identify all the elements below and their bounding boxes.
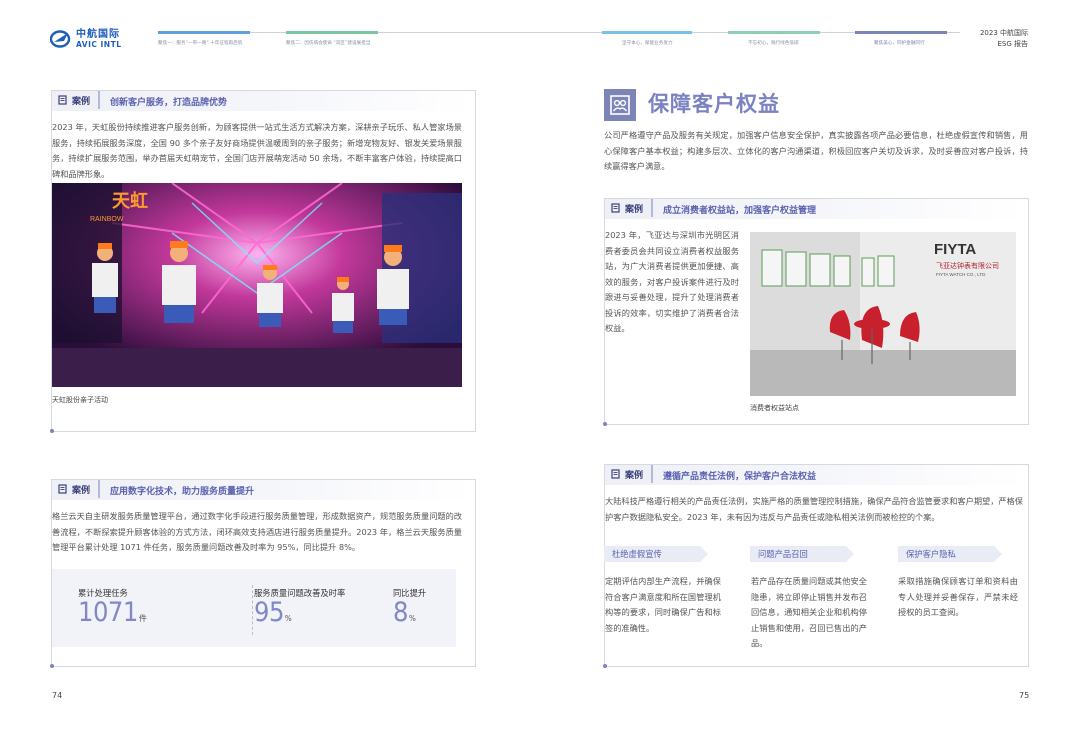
case-badge-label: 案例 — [72, 485, 91, 496]
children-dance-photo: 天虹 RAINBOW — [52, 183, 462, 387]
rainbow-sign-text: 天虹 — [112, 190, 148, 211]
document-icon — [58, 95, 67, 105]
logo-en-text: AVIC INTL — [76, 40, 122, 49]
card-corner-dot — [50, 429, 54, 433]
case-title: 成立消费者权益站，加强客户权益管理 — [663, 205, 817, 216]
section-title: 保障客户权益 — [648, 92, 780, 116]
stat-unit: % — [408, 614, 416, 623]
document-icon — [611, 203, 620, 213]
nav-label-3[interactable]: 坚守本心，赋能业务发力 — [622, 40, 673, 46]
nav-label-2[interactable]: 聚焦二：因伤病会使命 “双区”建设展担当 — [286, 40, 370, 46]
case2-paragraph: 格兰云天自主研发服务质量管理平台，通过数字化手段进行服务质量管理，形成数据资产，… — [52, 511, 462, 552]
case-badge: 案例 — [52, 91, 101, 109]
stat-number: 8 — [393, 597, 408, 628]
report-name: ESG 报告 — [997, 40, 1028, 48]
column-text-recall: 若产品存在质量问题或其他安全隐患，将立即停止销售并发布召回信息，通知相关企业和机… — [751, 576, 867, 648]
case-header: 案例 遵循产品责任法例，保护客户合法权益 — [605, 465, 1028, 485]
case-badge-label: 案例 — [625, 470, 644, 481]
nav-segment-4 — [728, 31, 820, 34]
stat-value-growth: 8% — [393, 597, 416, 628]
company-logo: 中航国际 AVIC INTL — [50, 30, 121, 49]
page-number-left: 74 — [52, 691, 63, 700]
rainbow-sign-en-text: RAINBOW — [90, 216, 124, 223]
photo-caption-dance: 天虹股份亲子活动 — [52, 396, 108, 404]
card-corner-dot — [603, 664, 607, 668]
tag-label: 问题产品召回 — [758, 549, 808, 559]
header-rule — [158, 32, 960, 33]
nav-label-5[interactable]: 聚焦美心，同护金融同行 — [874, 40, 925, 46]
case1-paragraph: 2023 年，天虹股份持续推进客户服务创新，为顾客提供一站式生活方式解决方案，深… — [52, 122, 462, 179]
case-header: 案例 创新客户服务，打造品牌优势 — [52, 91, 475, 111]
case-title: 应用数字化技术，助力服务质量提升 — [110, 486, 255, 497]
case-badge-label: 案例 — [72, 96, 91, 107]
stat-value-tasks: 1071件 — [78, 597, 147, 628]
tag-label: 保护客户隐私 — [906, 549, 956, 559]
fiyta-logo-text: FIYTA — [934, 241, 976, 258]
tag-no-false-advertising: 杜绝虚假宣传 — [604, 546, 708, 562]
fiyta-company-en-text: FIYTA WATCH CO., LTD — [936, 272, 986, 277]
stats-panel: 累计处理任务 1071件 服务质量问题改善及时率 95% 同比提升 8% — [52, 569, 456, 647]
avic-logo-icon — [50, 30, 71, 48]
tag-label: 杜绝虚假宣传 — [612, 549, 662, 559]
logo-cn-text: 中航国际 — [76, 29, 120, 40]
tag-privacy-protection: 保护客户隐私 — [898, 546, 1002, 562]
case-title: 创新客户服务，打造品牌优势 — [110, 97, 228, 108]
fiyta-company-text: 飞亚达钟表有限公司 — [936, 261, 999, 270]
stat-number: 1071 — [78, 597, 138, 628]
case4-paragraph: 大陆科技严格遵行相关的产品责任法例，实施严格的质量管理控制措施，确保产品符合监管… — [605, 496, 1023, 522]
report-title: 2023 中航国际 ESG 报告 — [980, 28, 1028, 50]
nav-segment-2 — [286, 31, 378, 34]
nav-label-1[interactable]: 聚焦一：服务“一带一路” 十年征程再启航 — [158, 40, 242, 46]
case-badge: 案例 — [605, 465, 654, 483]
section-intro: 公司严格遵守产品及服务有关规定，加强客户信息安全保护，真实披露各项产品必要信息，… — [604, 130, 1028, 171]
tag-product-recall: 问题产品召回 — [750, 546, 854, 562]
column-text-privacy: 采取措施确保顾客订单和资料由专人处理并妥善保存，严禁未经授权的员工查阅。 — [898, 576, 1018, 617]
report-year: 2023 中航国际 — [979, 29, 1028, 37]
case-badge: 案例 — [605, 199, 654, 217]
dance-stage-image: 天虹 RAINBOW — [52, 183, 462, 387]
stat-separator — [252, 585, 253, 635]
stat-unit: 件 — [138, 614, 147, 623]
nav-segment-3 — [602, 31, 692, 34]
case-header: 案例 应用数字化技术，助力服务质量提升 — [52, 480, 475, 500]
section-icon — [604, 89, 636, 121]
document-icon — [611, 469, 620, 479]
nav-segment-5 — [855, 31, 947, 34]
case-title: 遵循产品责任法例，保护客户合法权益 — [663, 471, 817, 482]
consumer-station-photo: FIYTA 飞亚达钟表有限公司 FIYTA WATCH CO., LTD — [750, 232, 1016, 396]
nav-segment-1 — [158, 31, 250, 34]
document-icon — [58, 484, 67, 494]
photo-caption-station: 消费者权益站点 — [750, 404, 799, 412]
card-corner-dot — [603, 422, 607, 426]
nav-label-4[interactable]: 不忘初心，践行绿色低碳 — [748, 40, 799, 46]
case-badge: 案例 — [52, 480, 101, 498]
card-corner-dot — [50, 664, 54, 668]
stat-unit: % — [284, 614, 292, 623]
customer-rights-icon — [610, 95, 630, 115]
stat-number: 95 — [254, 597, 284, 628]
stat-value-rate: 95% — [254, 597, 292, 628]
case3-paragraph: 2023 年，飞亚达与深圳市光明区消费者委员会共同设立消费者权益服务站，为广大消… — [605, 230, 739, 333]
consumer-room-image: FIYTA 飞亚达钟表有限公司 FIYTA WATCH CO., LTD — [750, 232, 1016, 396]
column-text-advertising: 定期评估内部生产流程，并确保符合客户满意度和所在国管理机构等的要求，同时确保广告… — [605, 576, 721, 633]
page-number-right: 75 — [1019, 691, 1030, 700]
case-badge-label: 案例 — [625, 204, 644, 215]
case-header: 案例 成立消费者权益站，加强客户权益管理 — [605, 199, 1028, 219]
